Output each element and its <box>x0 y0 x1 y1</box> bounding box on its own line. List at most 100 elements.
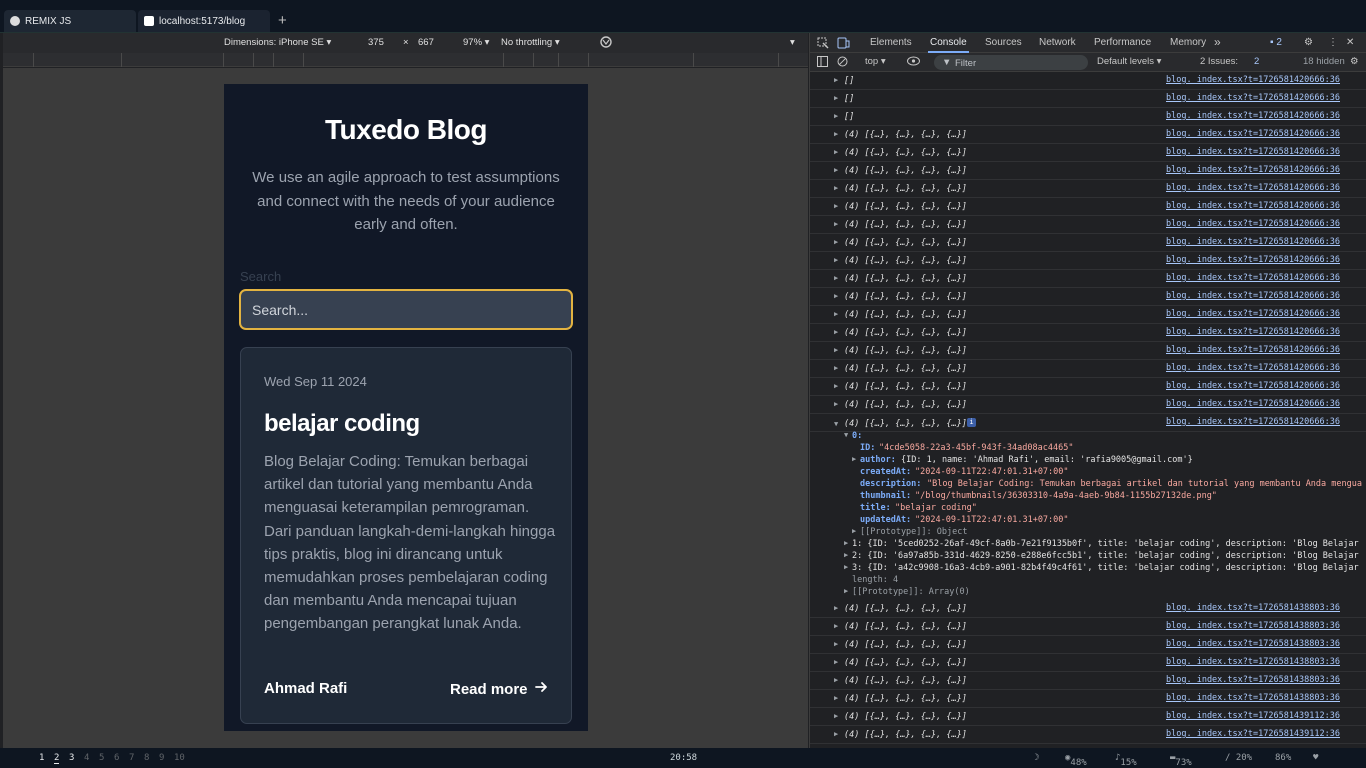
console-log-row[interactable]: ▶ (4) [{…}, {…}, {…}, {…}] blog._index.tsx… <box>810 234 1366 252</box>
tab-console[interactable]: Console <box>928 37 969 53</box>
expand-triangle-icon[interactable]: ▶ <box>834 220 838 228</box>
expand-triangle-icon[interactable]: ▶ <box>844 587 848 595</box>
expand-triangle-icon[interactable]: ▶ <box>834 364 838 372</box>
source-link[interactable]: blog._index.tsx?t=1726581420666:36 <box>1166 237 1340 247</box>
console-log-row[interactable]: ▶ (4) [{…}, {…}, {…}, {…}] blog._index.tsx… <box>810 270 1366 288</box>
source-link[interactable]: blog._index.tsx?t=1726581420666:36 <box>1166 219 1340 229</box>
expand-triangle-icon[interactable]: ▶ <box>834 640 838 648</box>
console-log-row[interactable]: ▶ (4) [{…}, {…}, {…}, {…}] blog._index.tsx… <box>810 126 1366 144</box>
source-link[interactable]: blog._index.tsx?t=1726581438803:36 <box>1166 693 1340 703</box>
console-log-row[interactable]: ▶ (4) [{…}, {…}, {…}, {…}] blog._index.tsx… <box>810 396 1366 414</box>
rotate-icon[interactable] <box>599 35 613 52</box>
context-select[interactable]: top ▾ <box>865 56 886 67</box>
source-link[interactable]: blog._index.tsx?t=1726581439112:36 <box>1166 711 1340 721</box>
console-log-row[interactable]: ▶ (4) [{…}, {…}, {…}, {…}] blog._index.tsx… <box>810 618 1366 636</box>
issues-badge[interactable]: ▪ 2 <box>1270 37 1282 48</box>
console-log-row[interactable]: ▶ (4) [{…}, {…}, {…}, {…}] blog._index.tsx… <box>810 690 1366 708</box>
width-input[interactable]: 375 <box>368 37 384 48</box>
console-log-row[interactable]: ▶ [] blog._index.tsx?t=1726581420666:36 <box>810 90 1366 108</box>
workspace-item[interactable]: 7 <box>129 753 134 763</box>
workspace-item[interactable]: 1 <box>39 753 44 763</box>
expand-triangle-icon[interactable]: ▶ <box>834 166 838 174</box>
volume-status[interactable]: ♪ 15% <box>1115 753 1137 768</box>
workspace-item[interactable]: 10 <box>174 753 185 763</box>
console-log-row[interactable]: ▶ (4) [{…}, {…}, {…}, {…}] blog._index.tsx… <box>810 342 1366 360</box>
workspace-item[interactable]: 9 <box>159 753 164 763</box>
browser-tab-remix[interactable]: REMIX JS <box>4 10 136 32</box>
console-log-row[interactable]: ▶ (4) [{…}, {…}, {…}, {…}] blog._index.tsx… <box>810 252 1366 270</box>
expand-triangle-icon[interactable]: ▶ <box>834 712 838 720</box>
source-link[interactable]: blog._index.tsx?t=1726581438803:36 <box>1166 603 1340 613</box>
console-log-row[interactable]: ▶ (4) [{…}, {…}, {…}, {…}] blog._index.tsx… <box>810 306 1366 324</box>
inspect-element-icon[interactable] <box>817 37 829 52</box>
source-link[interactable]: blog._index.tsx?t=1726581420666:36 <box>1166 273 1340 283</box>
console-log-row[interactable]: ▶ [] blog._index.tsx?t=1726581420666:36 <box>810 108 1366 126</box>
expand-triangle-icon[interactable]: ▶ <box>834 238 838 246</box>
source-link[interactable]: blog._index.tsx?t=1726581438803:36 <box>1166 657 1340 667</box>
expand-triangle-icon[interactable]: ▶ <box>834 94 838 102</box>
source-link[interactable]: blog._index.tsx?t=1726581420666:36 <box>1166 399 1340 409</box>
expand-triangle-icon[interactable]: ▶ <box>834 400 838 408</box>
expand-triangle-icon[interactable]: ▶ <box>852 455 856 463</box>
expand-triangle-icon[interactable]: ▶ <box>834 256 838 264</box>
info-icon[interactable]: i <box>967 418 976 427</box>
console-log-row[interactable]: ▶ (4) [{…}, {…}, {…}, {…}] blog._index.tsx… <box>810 378 1366 396</box>
console-log-row[interactable]: ▶ (4) [{…}, {…}, {…}, {…}] blog._index.tsx… <box>810 636 1366 654</box>
workspace-item[interactable]: 3 <box>69 753 74 763</box>
source-link[interactable]: blog._index.tsx?t=1726581420666:36 <box>1166 327 1340 337</box>
console-log-row[interactable]: ▶ (4) [{…}, {…}, {…}, {…}] blog._index.tsx… <box>810 180 1366 198</box>
issues-count[interactable]: 2 <box>1254 56 1259 67</box>
source-link[interactable]: blog._index.tsx?t=1726581420666:36 <box>1166 147 1340 157</box>
console-log-row[interactable]: ▶ (4) [{…}, {…}, {…}, {…}] blog._index.tsx… <box>810 288 1366 306</box>
console-log-row[interactable]: ▶ (4) [{…}, {…}, {…}, {…}] blog._index.tsx… <box>810 216 1366 234</box>
throttling-select[interactable]: No throttling ▾ <box>501 37 560 48</box>
console-log-row[interactable]: ▶ [] blog._index.tsx?t=1726581420666:36 <box>810 72 1366 90</box>
device-toggle-icon[interactable] <box>837 37 850 52</box>
expand-triangle-icon[interactable]: ▶ <box>844 551 848 559</box>
expand-triangle-icon[interactable]: ▶ <box>834 694 838 702</box>
expand-triangle-icon[interactable]: ▶ <box>834 658 838 666</box>
console-log-row[interactable]: ▶ (4) [{…}, {…}, {…}, {…}] blog._index.tsx… <box>810 654 1366 672</box>
tab-network[interactable]: Network <box>1039 37 1076 48</box>
expand-triangle-icon[interactable]: ▶ <box>844 539 848 547</box>
console-log-row[interactable]: ▶ (4) [{…}, {…}, {…}, {…}] blog._index.tsx… <box>810 708 1366 726</box>
console-log-row[interactable]: ▶ (4) [{…}, {…}, {…}, {…}] blog._index.tsx… <box>810 162 1366 180</box>
expand-triangle-icon[interactable]: ▶ <box>844 563 848 571</box>
expand-triangle-icon[interactable]: ▶ <box>834 184 838 192</box>
height-input[interactable]: 667 <box>418 37 434 48</box>
tab-sources[interactable]: Sources <box>985 37 1022 48</box>
expand-triangle-icon[interactable]: ▶ <box>834 202 838 210</box>
source-link[interactable]: blog._index.tsx?t=1726581420666:36 <box>1166 75 1340 85</box>
expand-triangle-icon[interactable]: ▶ <box>834 676 838 684</box>
more-tabs-button[interactable]: » <box>1214 35 1221 49</box>
expand-triangle-icon[interactable]: ▶ <box>834 292 838 300</box>
search-input[interactable] <box>239 289 573 330</box>
source-link[interactable]: blog._index.tsx?t=1726581439112:36 <box>1166 729 1340 739</box>
workspace-item[interactable]: 6 <box>114 753 119 763</box>
source-link[interactable]: blog._index.tsx?t=1726581420666:36 <box>1166 201 1340 211</box>
device-select[interactable]: Dimensions: iPhone SE ▾ <box>224 37 331 48</box>
sidebar-toggle-icon[interactable] <box>817 56 828 70</box>
workspace-item[interactable]: 8 <box>144 753 149 763</box>
close-devtools-icon[interactable]: ✕ <box>1346 37 1354 48</box>
source-link[interactable]: blog._index.tsx?t=1726581420666:36 <box>1166 309 1340 319</box>
source-link[interactable]: blog._index.tsx?t=1726581438803:36 <box>1166 639 1340 649</box>
console-settings-gear-icon[interactable]: ⚙ <box>1350 56 1359 67</box>
expand-triangle-icon[interactable]: ▶ <box>834 622 838 630</box>
tab-memory[interactable]: Memory <box>1170 37 1206 48</box>
log-levels-select[interactable]: Default levels ▾ <box>1097 56 1161 67</box>
source-link[interactable]: blog._index.tsx?t=1726581438803:36 <box>1166 675 1340 685</box>
expand-triangle-icon[interactable]: ▶ <box>834 346 838 354</box>
expand-triangle-icon[interactable]: ▶ <box>834 148 838 156</box>
expand-triangle-icon[interactable]: ▶ <box>834 130 838 138</box>
source-link[interactable]: blog._index.tsx?t=1726581420666:36 <box>1166 363 1340 373</box>
read-more-link[interactable]: Read more <box>450 680 548 698</box>
console-filter-input[interactable]: ▼ Filter <box>934 55 1088 70</box>
expand-triangle-icon[interactable]: ▶ <box>834 328 838 336</box>
kebab-menu-icon[interactable]: ⋮ <box>1328 37 1338 48</box>
expand-triangle-icon[interactable]: ▶ <box>834 382 838 390</box>
zoom-select[interactable]: 97% ▾ <box>463 37 489 48</box>
workspace-item[interactable]: 2 <box>54 753 60 764</box>
expand-triangle-icon[interactable]: ▶ <box>834 274 838 282</box>
tab-elements[interactable]: Elements <box>870 37 912 48</box>
